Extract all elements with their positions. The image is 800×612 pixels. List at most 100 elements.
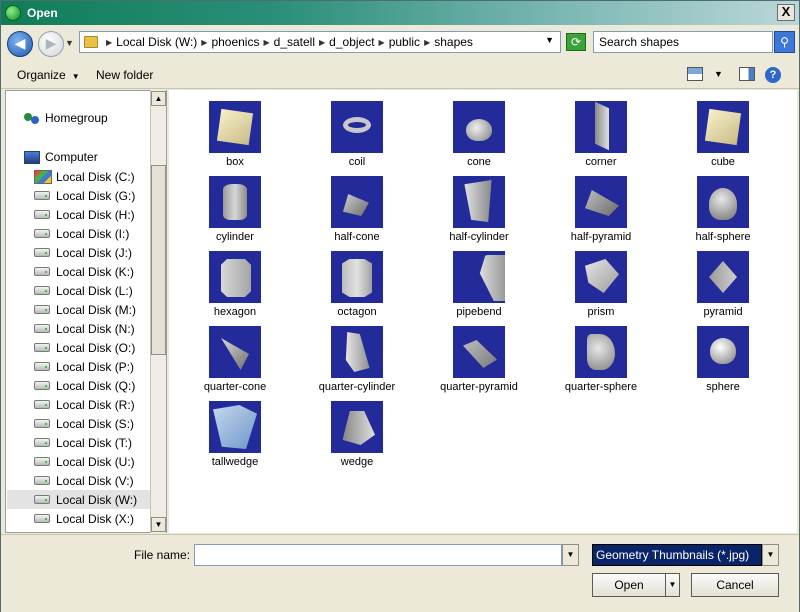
chevron-right-icon[interactable]: ▶ [319, 38, 325, 47]
file-item[interactable]: cube [663, 101, 783, 168]
sidebar-item-drive[interactable]: Local Disk (N:) [34, 319, 160, 338]
history-dropdown-icon[interactable]: ▼ [65, 38, 74, 48]
back-button[interactable]: ◀ [7, 31, 33, 57]
file-item[interactable]: quarter-cone [175, 326, 295, 393]
drive-icon [34, 400, 50, 409]
sidebar-item-drive[interactable]: Local Disk (C:) [34, 167, 160, 186]
file-item[interactable]: quarter-cylinder [297, 326, 417, 393]
breadcrumb-d-object[interactable]: d_object [329, 35, 374, 49]
file-item[interactable]: box [175, 101, 295, 168]
scroll-thumb[interactable] [151, 165, 166, 355]
breadcrumb-drive[interactable]: Local Disk (W:) [116, 35, 197, 49]
nav-computer[interactable]: Computer [24, 150, 98, 164]
drive-label: Local Disk (O:) [56, 340, 136, 355]
file-thumbnail [697, 176, 749, 228]
change-view-icon[interactable] [687, 67, 703, 81]
sidebar-item-drive[interactable]: Local Disk (V:) [34, 471, 160, 490]
system-drive-icon [34, 169, 52, 184]
file-thumbnail [209, 326, 261, 378]
file-item[interactable]: tallwedge [175, 401, 295, 468]
organize-button[interactable]: Organize ▼ [17, 68, 80, 82]
chevron-down-icon[interactable]: ▼ [714, 69, 723, 79]
window-title: Open [27, 6, 58, 20]
cancel-button[interactable]: Cancel [691, 573, 779, 597]
nav-scrollbar[interactable]: ▲ ▼ [150, 90, 166, 533]
chevron-right-icon[interactable]: ▶ [201, 38, 207, 47]
file-item[interactable]: half-cylinder [419, 176, 539, 243]
file-name: pipebend [456, 306, 502, 318]
preview-pane-icon[interactable] [739, 67, 755, 81]
breadcrumb-phoenics[interactable]: phoenics [211, 35, 259, 49]
breadcrumb-shapes[interactable]: shapes [434, 35, 473, 49]
help-icon[interactable]: ? [765, 67, 781, 83]
refresh-button[interactable]: ⟳ [566, 33, 586, 51]
sidebar-item-drive[interactable]: Local Disk (J:) [34, 243, 160, 262]
close-button[interactable]: X [777, 4, 795, 21]
sidebar-item-drive[interactable]: Local Disk (O:) [34, 338, 160, 357]
open-options-button[interactable]: ▼ [665, 573, 680, 597]
sidebar-item-drive[interactable]: Local Disk (S:) [34, 414, 160, 433]
sidebar-item-drive[interactable]: Local Disk (T:) [34, 433, 160, 452]
sidebar-item-drive[interactable]: Local Disk (I:) [34, 224, 160, 243]
file-item[interactable]: half-sphere [663, 176, 783, 243]
nav-computer-label: Computer [45, 150, 98, 164]
file-type-dropdown-icon[interactable]: ▼ [762, 544, 779, 566]
forward-button[interactable]: ▶ [38, 31, 64, 57]
search-icon[interactable]: ⚲ [774, 31, 795, 53]
sidebar-item-drive[interactable]: Local Disk (W:) [7, 490, 152, 509]
file-item[interactable]: prism [541, 251, 661, 318]
breadcrumb-d-satell[interactable]: d_satell [274, 35, 315, 49]
file-item[interactable]: pyramid [663, 251, 783, 318]
file-item[interactable]: pipebend [419, 251, 539, 318]
file-item[interactable]: half-pyramid [541, 176, 661, 243]
file-item[interactable]: quarter-sphere [541, 326, 661, 393]
file-name-input[interactable] [194, 544, 562, 566]
drive-label: Local Disk (L:) [56, 283, 133, 298]
file-item[interactable]: cylinder [175, 176, 295, 243]
sidebar-item-drive[interactable]: Local Disk (R:) [34, 395, 160, 414]
file-item[interactable]: wedge [297, 401, 417, 468]
sidebar-item-drive[interactable]: Local Disk (H:) [34, 205, 160, 224]
file-item[interactable]: sphere [663, 326, 783, 393]
file-item[interactable]: quarter-pyramid [419, 326, 539, 393]
sidebar-item-drive[interactable]: Local Disk (X:) [34, 509, 160, 528]
sidebar-item-drive[interactable]: Local Disk (L:) [34, 281, 160, 300]
shape-preview-icon [464, 180, 492, 222]
open-button[interactable]: Open [592, 573, 666, 597]
file-thumbnail [697, 326, 749, 378]
sidebar-item-drive[interactable]: Local Disk (U:) [34, 452, 160, 471]
file-list: box coil cone corner cube cylinder half-cone ha… [169, 90, 797, 533]
file-type-select[interactable]: Geometry Thumbnails (*.jpg) [592, 544, 762, 566]
file-item[interactable]: hexagon [175, 251, 295, 318]
sidebar-item-drive[interactable]: Local Disk (Q:) [34, 376, 160, 395]
chevron-down-icon: ▼ [71, 72, 80, 81]
file-item[interactable]: half-cone [297, 176, 417, 243]
scroll-up-icon[interactable]: ▲ [151, 91, 166, 106]
drive-icon [34, 324, 50, 333]
chevron-right-icon[interactable]: ▶ [379, 38, 385, 47]
file-item[interactable]: cone [419, 101, 539, 168]
scroll-down-icon[interactable]: ▼ [151, 517, 166, 532]
shape-preview-icon [343, 117, 371, 133]
chevron-right-icon[interactable]: ▶ [263, 38, 269, 47]
file-item[interactable]: coil [297, 101, 417, 168]
chevron-right-icon[interactable]: ▶ [424, 38, 430, 47]
sidebar-item-drive[interactable]: Local Disk (P:) [34, 357, 160, 376]
file-name-dropdown-icon[interactable]: ▼ [562, 544, 579, 566]
sidebar-item-drive[interactable]: Local Disk (G:) [34, 186, 160, 205]
sidebar-item-drive[interactable]: Local Disk (K:) [34, 262, 160, 281]
breadcrumb-public[interactable]: public [389, 35, 420, 49]
file-thumbnail [209, 101, 261, 153]
file-item[interactable]: corner [541, 101, 661, 168]
chevron-right-icon[interactable]: ▶ [106, 38, 112, 47]
sidebar-item-drive[interactable]: Local Disk (M:) [34, 300, 160, 319]
search-input[interactable]: Search shapes [593, 31, 773, 53]
chevron-down-icon[interactable]: ▼ [545, 35, 554, 45]
new-folder-button[interactable]: New folder [96, 68, 153, 82]
file-item[interactable]: octagon [297, 251, 417, 318]
file-name: quarter-pyramid [440, 381, 518, 393]
nav-homegroup[interactable]: Homegroup [24, 111, 108, 125]
address-bar[interactable]: ▶ Local Disk (W:) ▶ phoenics ▶ d_satell … [79, 31, 561, 53]
file-thumbnail [575, 326, 627, 378]
shape-preview-icon [585, 259, 619, 293]
